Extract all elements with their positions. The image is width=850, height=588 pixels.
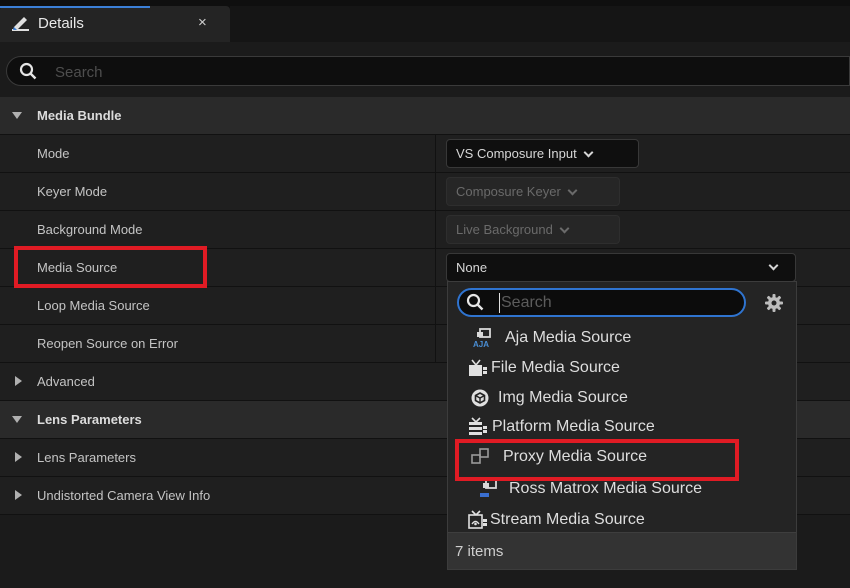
dropdown-search-input[interactable] — [499, 293, 729, 313]
details-search-input[interactable] — [55, 62, 355, 82]
item-count: 7 items — [455, 543, 504, 560]
tab-active-indicator — [0, 6, 150, 8]
property-label: Reopen Source on Error — [37, 336, 178, 351]
dropdown-item-img[interactable]: Img Media Source — [458, 384, 788, 412]
file-media-icon — [469, 359, 487, 376]
search-icon — [466, 293, 484, 311]
chevron-down-icon — [768, 260, 779, 271]
gear-icon[interactable] — [764, 293, 784, 313]
chevron-down-icon — [583, 147, 594, 158]
proxy-media-source-highlight — [455, 439, 739, 481]
property-row-mode: Mode VS Composure Input — [0, 135, 850, 173]
item-label: Ross Matrox Media Source — [509, 480, 702, 497]
column-divider[interactable] — [435, 249, 436, 287]
property-label: Background Mode — [37, 222, 143, 237]
column-divider[interactable] — [435, 173, 436, 211]
mode-combo[interactable]: VS Composure Input — [446, 139, 639, 168]
expand-arrow-icon[interactable] — [15, 376, 22, 386]
group-label: Undistorted Camera View Info — [37, 488, 211, 503]
expand-arrow-icon[interactable] — [15, 490, 22, 500]
combo-value: None — [456, 260, 488, 275]
details-pencil-icon — [12, 17, 29, 31]
dropdown-item-stream[interactable]: Stream Media Source — [458, 506, 788, 534]
column-divider[interactable] — [435, 135, 436, 173]
details-search-box[interactable] — [6, 56, 850, 86]
category-media-bundle[interactable]: Media Bundle — [0, 97, 850, 135]
category-label: Media Bundle — [37, 108, 122, 123]
background-mode-combo: Live Background — [446, 215, 620, 244]
item-label: Aja Media Source — [505, 329, 632, 346]
media-source-combo[interactable]: None — [446, 253, 796, 282]
expand-arrow-icon[interactable] — [12, 416, 22, 423]
media-source-dropdown: AJA Aja Media Source File Media Source I… — [447, 281, 797, 570]
search-icon — [19, 62, 37, 80]
expand-arrow-icon[interactable] — [12, 112, 22, 119]
property-row-background-mode: Background Mode Live Background — [0, 211, 850, 249]
group-label: Lens Parameters — [37, 450, 136, 465]
dropdown-item-aja[interactable]: AJA Aja Media Source — [458, 324, 788, 352]
dropdown-item-platform[interactable]: Platform Media Source — [458, 413, 788, 441]
column-divider[interactable] — [435, 287, 436, 325]
combo-value: Composure Keyer — [456, 184, 561, 199]
category-label: Lens Parameters — [37, 412, 142, 427]
keyer-mode-combo: Composure Keyer — [446, 177, 620, 206]
group-label: Advanced — [37, 374, 95, 389]
ross-matrox-icon — [480, 479, 497, 497]
item-label: Stream Media Source — [490, 511, 645, 528]
expand-arrow-icon[interactable] — [15, 452, 22, 462]
item-label: Img Media Source — [498, 389, 628, 406]
combo-value: VS Composure Input — [456, 146, 577, 161]
chevron-down-icon — [559, 223, 570, 234]
property-label: Mode — [37, 146, 70, 161]
tab-title: Details — [38, 15, 84, 32]
platform-media-icon — [469, 417, 487, 435]
close-tab-button[interactable]: × — [198, 14, 207, 31]
dropdown-search-box[interactable] — [457, 288, 746, 317]
property-row-keyer-mode: Keyer Mode Composure Keyer — [0, 173, 850, 211]
property-label: Keyer Mode — [37, 184, 108, 199]
column-divider[interactable] — [435, 211, 436, 249]
media-source-highlight — [14, 246, 207, 288]
item-label: Platform Media Source — [492, 418, 655, 435]
property-label: Loop Media Source — [37, 298, 150, 313]
aja-icon: AJA — [473, 328, 491, 348]
chevron-down-icon — [567, 185, 578, 196]
dropdown-item-file[interactable]: File Media Source — [458, 354, 788, 382]
item-label: File Media Source — [491, 359, 620, 376]
tab-bar-empty — [230, 6, 850, 42]
tab-details[interactable]: Details × — [0, 6, 230, 42]
tab-bar: Details × — [0, 0, 850, 42]
combo-value: Live Background — [456, 222, 553, 237]
dropdown-footer: 7 items — [448, 532, 796, 569]
img-media-icon — [471, 389, 489, 407]
stream-media-icon — [468, 510, 487, 529]
column-divider[interactable] — [435, 325, 436, 363]
svg-text:AJA: AJA — [473, 340, 489, 348]
